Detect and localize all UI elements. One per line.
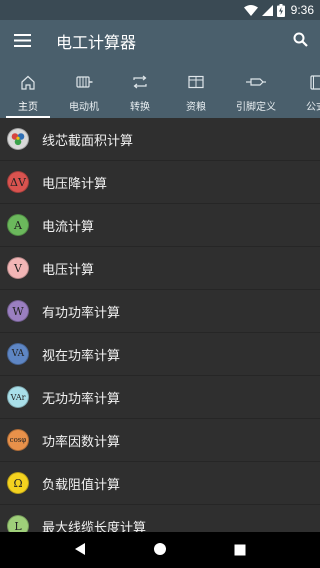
- tab-resource[interactable]: 资粮: [168, 62, 224, 118]
- tab-label: 公式: [306, 102, 320, 113]
- home-icon: [20, 74, 36, 90]
- tab-pin-definition[interactable]: 引脚定义: [224, 62, 288, 118]
- list-item-power-factor[interactable]: cosφ 功率因数计算: [0, 419, 320, 462]
- voltage-drop-icon: ΔV: [7, 171, 29, 193]
- home-button[interactable]: [140, 532, 180, 568]
- list-item-label: 有功功率计算: [42, 305, 121, 321]
- pin-icon: [246, 74, 266, 90]
- tab-motor[interactable]: 电动机: [56, 62, 112, 118]
- list-item-label: 电流计算: [42, 219, 95, 235]
- list-item-label: 线芯截面积计算: [42, 133, 134, 149]
- search-button[interactable]: [280, 20, 320, 62]
- list-item-cable-length[interactable]: L 最大线缆长度计算: [0, 505, 320, 532]
- apparent-power-icon: VA: [7, 343, 29, 365]
- list-item-active-power[interactable]: W 有功功率计算: [0, 290, 320, 333]
- list-item-label: 无功功率计算: [42, 391, 121, 407]
- list-item-apparent-power[interactable]: VA 视在功率计算: [0, 333, 320, 376]
- back-button[interactable]: [60, 532, 100, 568]
- tab-bar: 主页 电动机 转换 资粮 引脚定义 公式: [0, 62, 320, 118]
- tab-label: 转换: [130, 102, 150, 113]
- list-item-load-resistance[interactable]: Ω 负载阻值计算: [0, 462, 320, 505]
- book-icon: [310, 74, 320, 90]
- list-item-label: 电压计算: [42, 262, 95, 278]
- list-item-reactive-power[interactable]: VAr 无功功率计算: [0, 376, 320, 419]
- power-factor-icon: cosφ: [7, 429, 29, 451]
- recents-button[interactable]: [220, 532, 260, 568]
- back-icon: [74, 541, 86, 560]
- list-item-voltage[interactable]: V 电压计算: [0, 247, 320, 290]
- menu-button[interactable]: [0, 20, 44, 62]
- convert-icon: [132, 74, 148, 90]
- motor-icon: [75, 74, 93, 90]
- tab-home[interactable]: 主页: [0, 62, 56, 118]
- resource-icon: [188, 74, 204, 90]
- tab-convert[interactable]: 转换: [112, 62, 168, 118]
- active-power-icon: W: [7, 300, 29, 322]
- list-item-wire-section[interactable]: 线芯截面积计算: [0, 118, 320, 161]
- tab-label: 主页: [18, 102, 38, 113]
- list-item-label: 负载阻值计算: [42, 477, 121, 493]
- system-nav-bar: [0, 532, 320, 568]
- tab-formula[interactable]: 公式: [288, 62, 320, 118]
- recents-icon: [234, 541, 246, 560]
- hamburger-menu-icon: [13, 32, 31, 51]
- status-time: 9:36: [290, 3, 314, 17]
- status-bar: 9:36: [0, 0, 320, 20]
- tab-label: 资粮: [186, 102, 206, 113]
- list-item-label: 最大线缆长度计算: [42, 520, 147, 533]
- tab-label: 引脚定义: [236, 102, 276, 113]
- list-item-current[interactable]: A 电流计算: [0, 204, 320, 247]
- tab-label: 电动机: [69, 102, 99, 113]
- calculator-list: 线芯截面积计算 ΔV 电压降计算 A 电流计算 V 电压计算 W 有功功率计算 …: [0, 118, 320, 532]
- signal-icon: [261, 4, 273, 16]
- reactive-power-icon: VAr: [7, 386, 29, 408]
- wifi-icon: [243, 4, 258, 16]
- list-item-label: 视在功率计算: [42, 348, 121, 364]
- load-resistance-icon: Ω: [7, 472, 29, 494]
- voltage-icon: V: [7, 257, 29, 279]
- wire-section-icon: [7, 128, 29, 150]
- current-icon: A: [7, 214, 29, 236]
- cable-length-icon: L: [7, 515, 29, 532]
- battery-icon: [276, 3, 285, 17]
- app-title: 电工计算器: [56, 33, 137, 52]
- app-bar: 电工计算器: [0, 20, 320, 62]
- list-item-label: 功率因数计算: [42, 434, 121, 450]
- list-item-voltage-drop[interactable]: ΔV 电压降计算: [0, 161, 320, 204]
- list-item-label: 电压降计算: [42, 176, 108, 192]
- search-icon: [293, 32, 308, 51]
- home-circle-icon: [153, 541, 167, 560]
